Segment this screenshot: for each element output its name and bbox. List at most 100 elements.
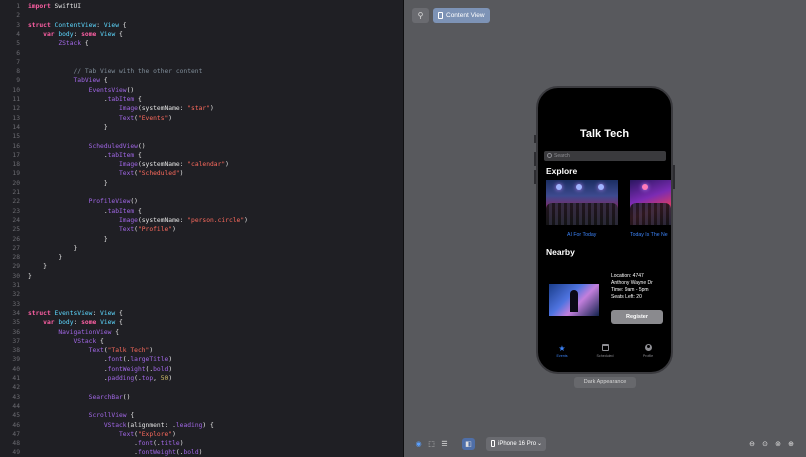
code-token: ) (198, 449, 203, 457)
code-line[interactable]: 24 Image(systemName: "person.circle") (0, 216, 403, 225)
code-line[interactable]: 15 (0, 132, 403, 141)
tab-profile[interactable]: Profile (633, 344, 663, 358)
code-line[interactable]: 3 struct ContentView: View { (0, 21, 403, 30)
zoom-actual-icon[interactable]: ⊚ (772, 438, 784, 450)
code-line[interactable]: 7 (0, 58, 403, 67)
code-line[interactable]: 22 ProfileView() (0, 197, 403, 206)
zoom-out-icon[interactable]: ⊖ (746, 438, 758, 450)
variants-icon[interactable]: ☰ (439, 438, 450, 450)
line-number: 44 (12, 402, 20, 410)
line-number: 16 (12, 142, 20, 150)
code-line[interactable]: 38 Text("Talk Tech") (0, 346, 403, 355)
code-line[interactable]: 29 } (0, 262, 403, 271)
zoom-fit-icon[interactable]: ⊙ (759, 438, 771, 450)
device-settings-icon: ◧ (465, 440, 472, 448)
register-button[interactable]: Register (611, 310, 663, 324)
event-card-image[interactable] (630, 180, 671, 225)
code-line[interactable]: 16 ScheduledView() (0, 142, 403, 151)
code-line[interactable]: 28 } (0, 253, 403, 262)
code-line[interactable]: 14 } (0, 123, 403, 132)
code-line[interactable]: 19 Text("Scheduled") (0, 169, 403, 178)
line-number: 32 (12, 291, 20, 299)
code-line[interactable]: 20 } (0, 179, 403, 188)
code-token: VStack (28, 337, 97, 345)
code-line[interactable]: 11 .tabItem { (0, 95, 403, 104)
code-token: leading (175, 421, 203, 429)
code-line[interactable]: 43 SearchBar() (0, 393, 403, 402)
code-token: View (103, 21, 120, 29)
event-card-image[interactable] (546, 180, 618, 225)
zoom-in-icon[interactable]: ⊕ (785, 438, 797, 450)
device-selector[interactable]: iPhone 16 Pro ⌄ (486, 437, 546, 451)
line-number: 31 (12, 282, 20, 289)
code-line[interactable]: 45 ScrollView { (0, 411, 403, 420)
code-line[interactable]: 10 EventsView() (0, 86, 403, 95)
code-line[interactable]: 31 (0, 281, 403, 290)
line-number: 1 (16, 3, 20, 10)
event-card-caption[interactable]: AI For Today (567, 232, 596, 238)
code-token: ScheduledView (28, 142, 138, 150)
code-line[interactable]: 1 import SwiftUI (0, 2, 403, 11)
pin-button[interactable]: ⚲ (412, 8, 429, 23)
code-line[interactable]: 42 (0, 383, 403, 392)
code-line[interactable]: 33 (0, 300, 403, 309)
code-line[interactable]: 21 (0, 188, 403, 197)
code-line[interactable]: 27 } (0, 244, 403, 253)
code-line[interactable]: 6 (0, 49, 403, 58)
code-line[interactable]: 48 .font(.title) (0, 439, 403, 448)
code-line[interactable]: 18 Image(systemName: "calendar") (0, 160, 403, 169)
code-line[interactable]: 32 (0, 290, 403, 299)
code-line[interactable]: 49 .fontWeight(.bold) (0, 448, 403, 457)
code-line[interactable]: 46 VStack(alignment: .leading) { (0, 421, 403, 430)
selectable-mode-icon[interactable]: ⬚ (426, 438, 437, 450)
tab-scheduled[interactable]: Scheduled (590, 344, 620, 358)
live-mode-icon[interactable]: ◉ (413, 438, 424, 450)
code-line[interactable]: 39 .font(.largeTitle) (0, 355, 403, 364)
tab-events[interactable]: ★ Events (547, 344, 577, 358)
line-number: 23 (12, 207, 20, 215)
code-line[interactable]: 37 VStack { (0, 337, 403, 346)
code-line[interactable]: 36 NavigationView { (0, 328, 403, 337)
code-token: } (28, 254, 63, 262)
code-token: ) (168, 114, 173, 122)
code-line[interactable]: 47 Text("Explore") (0, 430, 403, 439)
event-card-caption[interactable]: Today Is The Ne (630, 232, 668, 238)
device-settings-button[interactable]: ◧ (462, 438, 475, 450)
code-line[interactable]: 40 .fontWeight(.bold) (0, 365, 403, 374)
code-line[interactable]: 30} (0, 272, 403, 281)
code-text: Text("Explore") (28, 430, 176, 439)
code-line[interactable]: 2 (0, 11, 403, 20)
code-token: ) (168, 365, 173, 373)
phone-power-button (673, 165, 675, 189)
code-token: (alignment: . (126, 421, 176, 429)
appearance-toggle[interactable]: Dark Appearance (574, 377, 636, 388)
code-text: Text("Scheduled") (28, 169, 183, 178)
code-line[interactable]: 26 } (0, 235, 403, 244)
code-token: } (28, 272, 32, 280)
code-line[interactable]: 4 var body: some View { (0, 30, 403, 39)
code-line[interactable]: 5 ZStack { (0, 39, 403, 48)
code-text: import SwiftUI (28, 2, 81, 11)
line-number: 45 (12, 412, 20, 420)
code-token: : (73, 30, 82, 38)
code-token: Text (28, 170, 135, 178)
line-number: 38 (12, 347, 20, 355)
code-line[interactable]: 17 .tabItem { (0, 151, 403, 160)
content-view-tab[interactable]: Content View (433, 8, 490, 23)
code-text: } (28, 253, 62, 262)
code-token: font (137, 440, 154, 448)
code-line[interactable]: 8 // Tab View with the other content (0, 67, 403, 76)
code-line[interactable]: 9 TabView { (0, 76, 403, 85)
code-line[interactable]: 35 var body: some View { (0, 318, 403, 327)
code-line[interactable]: 12 Image(systemName: "star") (0, 104, 403, 113)
code-line[interactable]: 23 .tabItem { (0, 207, 403, 216)
code-token: "Profile" (137, 226, 173, 234)
code-line[interactable]: 44 (0, 402, 403, 411)
code-line[interactable]: 41 .padding(.top, 50) (0, 374, 403, 383)
search-bar[interactable]: Search (544, 151, 666, 161)
code-line[interactable]: 25 Text("Profile") (0, 225, 403, 234)
code-line[interactable]: 34 struct EventsView: View { (0, 309, 403, 318)
phone-icon (491, 440, 495, 447)
code-line[interactable]: 13 Text("Events") (0, 114, 403, 123)
code-editor[interactable]: 1 import SwiftUI 2 3 struct ContentView: Vie… (0, 0, 403, 457)
